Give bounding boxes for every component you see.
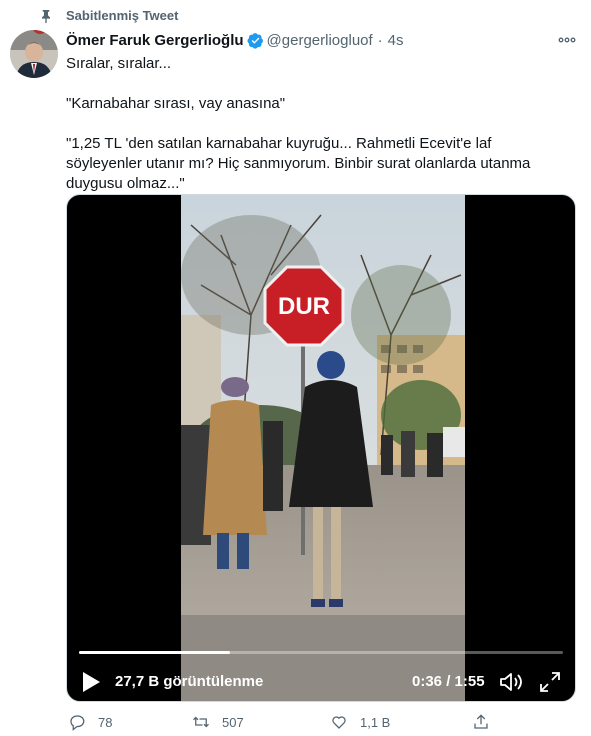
stop-sign-text: DUR bbox=[278, 293, 330, 320]
view-count: 27,7 B görüntülenme bbox=[115, 673, 264, 690]
author-handle[interactable]: @gergerliogluof bbox=[267, 32, 373, 49]
share-icon bbox=[474, 714, 488, 729]
tweet-line: "Karnabahar sırası, vay anasına" bbox=[66, 95, 286, 112]
retweet-icon bbox=[193, 716, 209, 728]
more-options-icon[interactable] bbox=[557, 32, 577, 48]
like-count: 1,1 B bbox=[360, 714, 391, 730]
play-icon[interactable] bbox=[81, 671, 101, 693]
tweet-line: "1,25 TL 'den satılan karnabahar kuyruğu… bbox=[66, 135, 531, 192]
retweet-count: 507 bbox=[222, 714, 244, 730]
tweet-actions: 78 507 1,1 B bbox=[66, 712, 506, 732]
heart-icon bbox=[332, 716, 346, 729]
tweet-text: Sıralar, sıralar... "Karnabahar sırası, … bbox=[66, 54, 566, 194]
like-button[interactable]: 1,1 B bbox=[330, 712, 390, 732]
video-progress-bar[interactable] bbox=[79, 651, 563, 654]
video-progress-fill bbox=[79, 651, 231, 654]
pinned-tweet-label: Sabitlenmiş Tweet bbox=[66, 8, 179, 23]
verified-badge-icon bbox=[247, 32, 263, 49]
author-avatar[interactable] bbox=[10, 30, 58, 78]
author-name[interactable]: Ömer Faruk Gergerlioğlu bbox=[66, 32, 244, 49]
fullscreen-icon[interactable] bbox=[539, 671, 561, 693]
pin-icon bbox=[38, 6, 54, 26]
video-player[interactable]: DUR 27,7 B görüntülenme 0:36 / 1:55 bbox=[66, 194, 576, 702]
reply-icon bbox=[70, 715, 85, 731]
separator-dot: · bbox=[377, 31, 383, 49]
reply-button[interactable]: 78 bbox=[68, 712, 112, 732]
share-button[interactable] bbox=[472, 712, 490, 732]
tweet-line: Sıralar, sıralar... bbox=[66, 55, 172, 72]
tweet-header: Ömer Faruk Gergerlioğlu @gergerliogluof … bbox=[66, 30, 581, 50]
retweet-button[interactable]: 507 bbox=[192, 712, 244, 732]
reply-count: 78 bbox=[98, 714, 113, 730]
video-time: 0:36 / 1:55 bbox=[412, 673, 485, 690]
post-timestamp[interactable]: 4s bbox=[388, 32, 404, 49]
volume-icon[interactable] bbox=[499, 671, 523, 693]
video-frame[interactable]: DUR bbox=[181, 195, 465, 701]
